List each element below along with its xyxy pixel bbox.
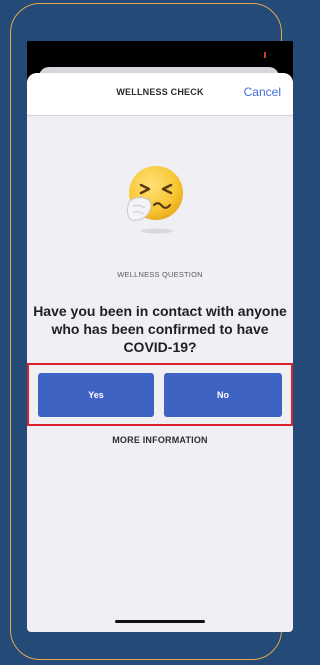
cancel-button[interactable]: Cancel	[244, 85, 281, 99]
status-indicator	[264, 52, 266, 58]
answer-buttons-highlight: Yes No	[27, 363, 293, 426]
more-information-link[interactable]: MORE INFORMATION	[27, 435, 293, 445]
sneezing-face-icon	[115, 158, 195, 238]
home-indicator[interactable]	[115, 620, 205, 623]
wellness-check-sheet: WELLNESS CHECK Cancel WELLNESS QUESTION …	[27, 73, 293, 632]
yes-button[interactable]: Yes	[38, 373, 154, 417]
question-text: Have you been in contact with anyone who…	[33, 303, 287, 355]
nav-bar: WELLNESS CHECK Cancel	[27, 73, 293, 116]
no-button[interactable]: No	[164, 373, 282, 417]
question-label: WELLNESS QUESTION	[117, 270, 203, 279]
phone-screen: WELLNESS CHECK Cancel WELLNESS QUESTION …	[27, 41, 293, 632]
